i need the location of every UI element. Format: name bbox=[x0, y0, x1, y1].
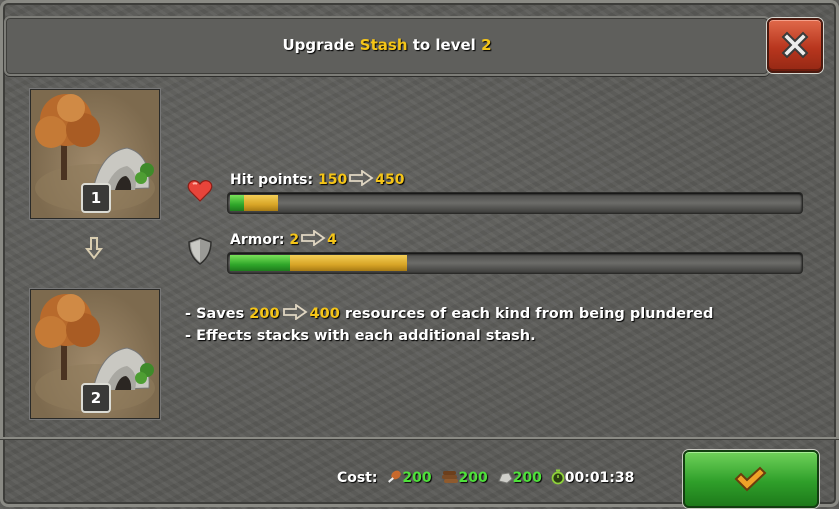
checkmark-icon bbox=[734, 466, 767, 492]
armor-upgrade-fill bbox=[289, 255, 407, 271]
heart-icon bbox=[187, 180, 213, 202]
hit-points-bar bbox=[227, 192, 803, 214]
cost-row: Cost: 200 200 200 00:01:38 bbox=[337, 469, 634, 486]
title-building-name: Stash bbox=[359, 36, 408, 54]
close-button[interactable] bbox=[767, 18, 823, 73]
level-badge-next: 2 bbox=[81, 383, 111, 413]
desc-from: 200 bbox=[249, 306, 280, 322]
armor-label: Armor: 2 4 bbox=[230, 230, 337, 248]
hit-points-from: 150 bbox=[318, 172, 348, 188]
cost-wood: 200 bbox=[458, 470, 488, 486]
desc-prefix: - Saves bbox=[185, 306, 250, 322]
armor-to: 4 bbox=[327, 232, 337, 248]
close-icon bbox=[781, 31, 809, 59]
cost-stone: 200 bbox=[512, 470, 542, 486]
desc-suffix: resources of each kind from being plunde… bbox=[339, 306, 714, 322]
armor-current-fill bbox=[230, 255, 290, 271]
dialog-header: Upgrade Stash to level 2 bbox=[4, 16, 770, 76]
dialog-title: Upgrade Stash to level 2 bbox=[6, 36, 768, 54]
cost-label: Cost: bbox=[337, 470, 378, 486]
hit-points-current-fill bbox=[230, 195, 244, 211]
description-line-2: - Effects stacks with each additional st… bbox=[185, 328, 536, 344]
title-target-level: 2 bbox=[481, 36, 492, 54]
title-mid: to level bbox=[407, 36, 482, 54]
shield-icon bbox=[188, 237, 212, 265]
upgrade-description: - Saves 200 400 resources of each kind fr… bbox=[185, 303, 713, 347]
cost-time: 00:01:38 bbox=[564, 470, 635, 486]
clock-icon bbox=[551, 469, 565, 485]
hit-points-label: Hit points: 150 450 bbox=[230, 170, 404, 188]
arrow-right-icon bbox=[282, 304, 308, 320]
armor-bar bbox=[227, 252, 803, 274]
confirm-upgrade-button[interactable] bbox=[683, 450, 819, 508]
hit-points-to: 450 bbox=[375, 172, 405, 188]
arrow-right-icon bbox=[349, 170, 374, 186]
desc-to: 400 bbox=[309, 306, 340, 322]
building-thumbnail-next: 2 bbox=[30, 289, 160, 419]
cost-food: 200 bbox=[402, 470, 432, 486]
wood-icon bbox=[441, 471, 458, 483]
armor-from: 2 bbox=[289, 232, 300, 248]
food-icon bbox=[388, 470, 402, 483]
hit-points-upgrade-fill bbox=[243, 195, 278, 211]
description-line-1: - Saves 200 400 resources of each kind fr… bbox=[185, 303, 713, 325]
title-prefix: Upgrade bbox=[282, 36, 360, 54]
level-badge-current: 1 bbox=[81, 183, 111, 213]
arrow-right-icon bbox=[301, 230, 326, 246]
hit-points-title: Hit points: bbox=[230, 172, 318, 188]
stone-icon bbox=[497, 472, 513, 484]
arrow-down-icon bbox=[85, 237, 103, 260]
building-thumbnail-current: 1 bbox=[30, 89, 160, 219]
armor-title: Armor: bbox=[230, 232, 290, 248]
